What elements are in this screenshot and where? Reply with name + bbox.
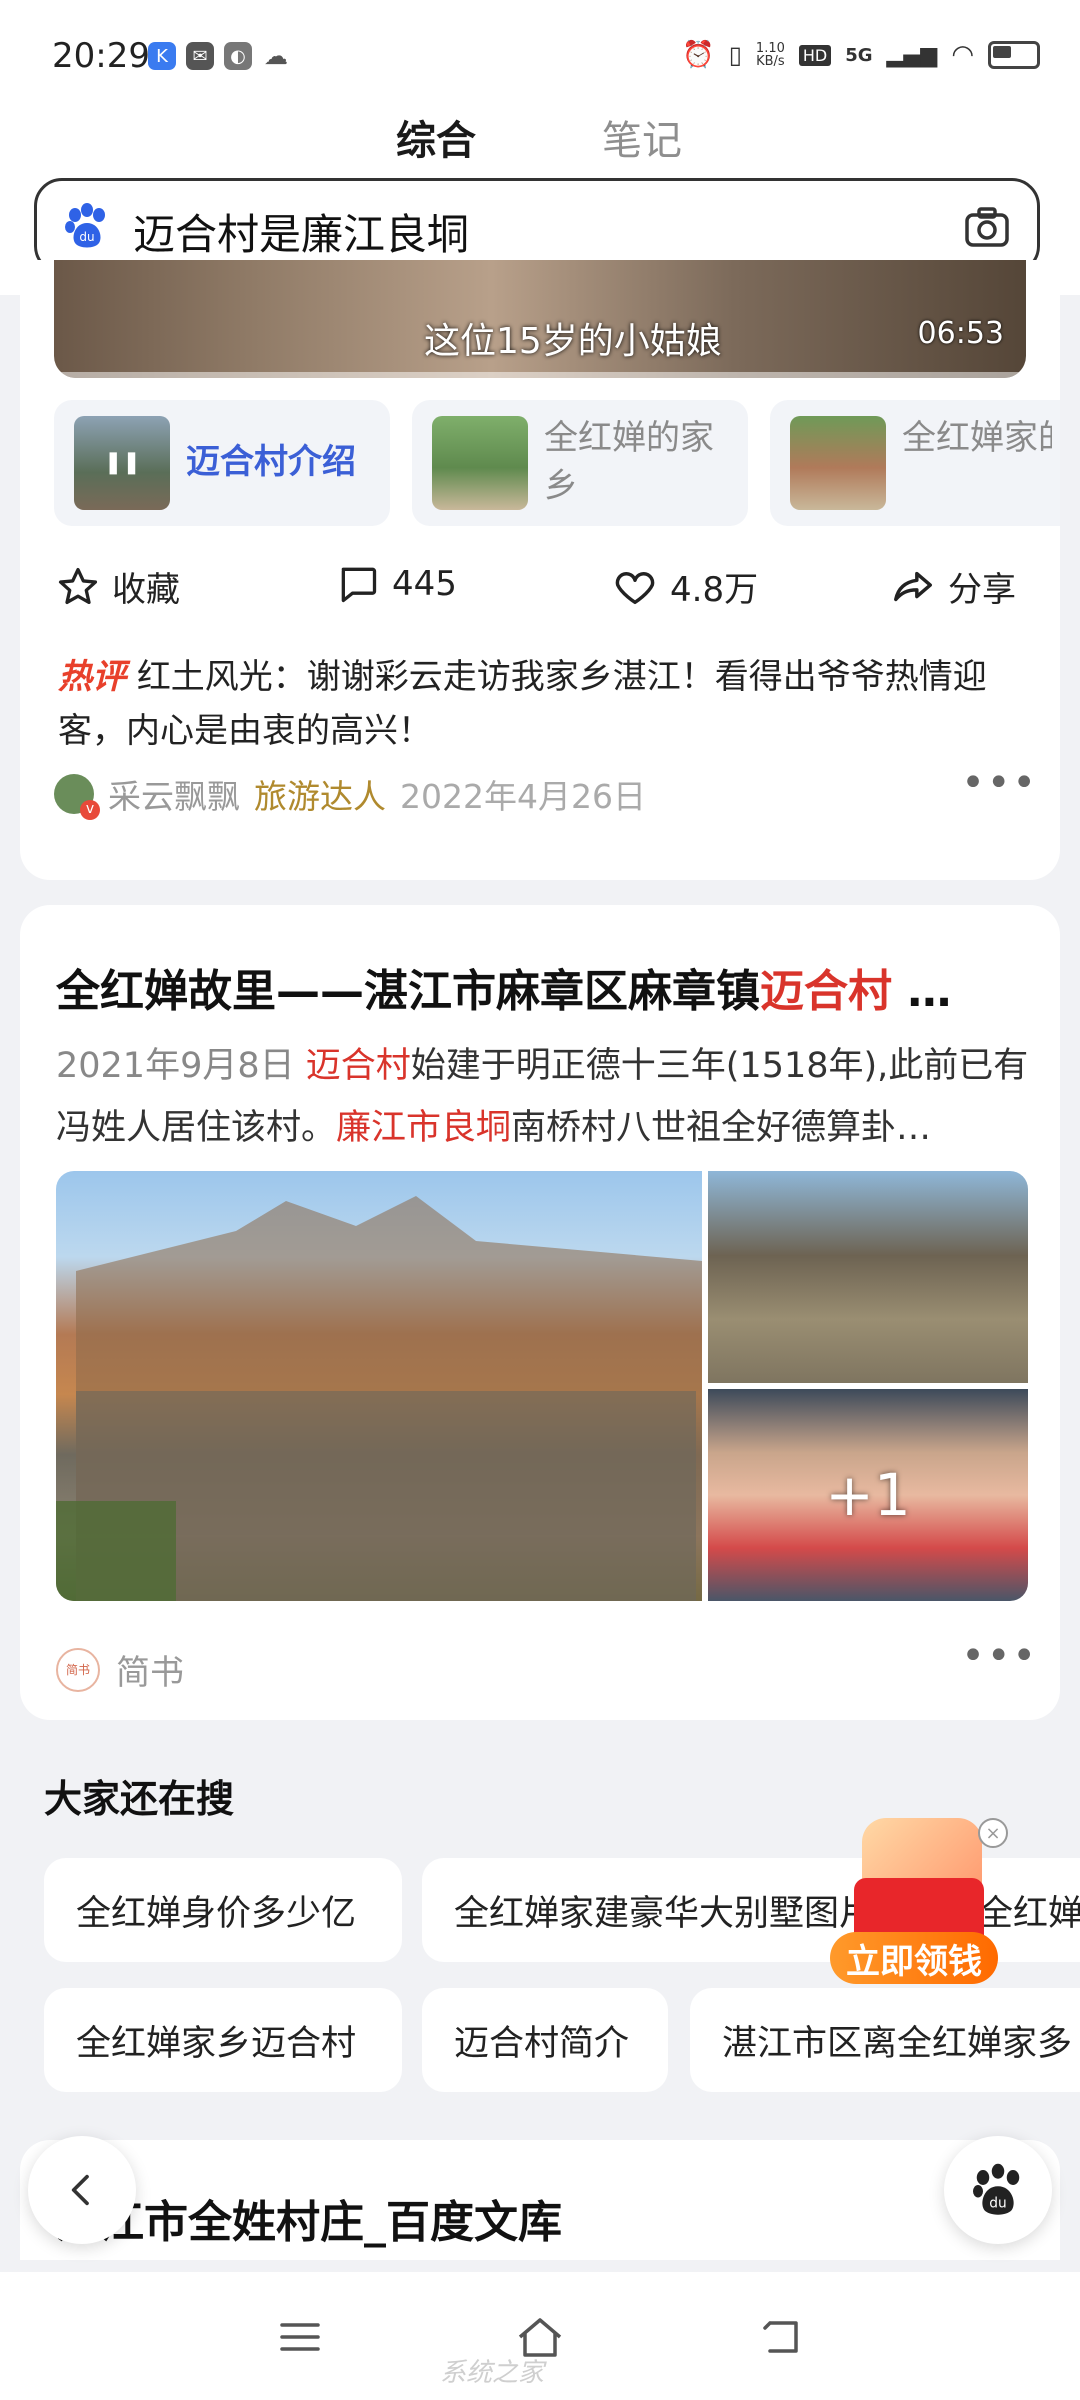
article-title[interactable]: 全红婵故里——湛江市麻章区麻章镇迈合村 … [56, 955, 951, 1019]
share-label: 分享 [948, 570, 1016, 610]
related-search-item[interactable]: 迈合村简介 [422, 1988, 668, 2092]
chip-home-environment[interactable]: 全红婵家的环境 [770, 400, 1060, 526]
heart-icon [615, 571, 655, 604]
back-nav-icon[interactable] [752, 2312, 812, 2362]
publish-date: 2022年4月26日 [400, 777, 646, 816]
article-image-secondary[interactable] [708, 1171, 1028, 1383]
baidu-logo-icon: du [65, 203, 105, 248]
article-snippet: 2021年9月8日 迈合村始建于明正德十三年(1518年),此前已有冯姓人居住该… [56, 1035, 1036, 1159]
article-image-more[interactable]: +1 [708, 1389, 1028, 1601]
chip-thumbnail [790, 416, 886, 510]
chip-video-intro[interactable]: ❚❚ 迈合村介绍 [54, 400, 390, 526]
article-title-ellipsis: … [907, 966, 952, 1017]
comment-count: 445 [392, 564, 457, 604]
status-bar: 20:29 K ✉ ◐ ☁ ⏰ ▯ 1.10 KB/s HD 5G ▂▄▆ ◠ [0, 0, 1080, 100]
baidu-home-button[interactable]: du [944, 2136, 1052, 2244]
favorite-label: 收藏 [112, 570, 180, 610]
app-notification-icon-2: ◐ [224, 42, 252, 70]
network-label: 5G [845, 44, 873, 66]
related-search-item[interactable]: 全红婵身价多少亿 [44, 1858, 402, 1962]
more-images-count: +1 [825, 1461, 911, 1529]
chip-thumbnail [432, 416, 528, 510]
share-icon [894, 571, 932, 601]
snippet-text-2: 南桥村八世祖全好德算卦… [511, 1108, 932, 1148]
tab-notes[interactable]: 笔记 [602, 108, 682, 166]
vibrate-icon: ▯ [728, 41, 742, 69]
tab-comprehensive[interactable]: 综合 [396, 108, 476, 166]
back-button[interactable] [28, 2136, 136, 2244]
signal-icon: ▂▄▆ [886, 42, 938, 68]
article-image-main[interactable] [56, 1171, 702, 1601]
video-caption: 这位15岁的小姑娘 [424, 321, 722, 362]
video-thumbnail[interactable]: 这位15岁的小姑娘 06:53 [54, 260, 1026, 378]
baidu-paw-icon: du [973, 2163, 1020, 2215]
share-button[interactable]: 分享 [890, 562, 1016, 611]
avatar[interactable] [54, 774, 100, 820]
search-query[interactable]: 迈合村是廉江良垌 [133, 201, 469, 262]
source-row: 简书 简书 [56, 1645, 184, 1694]
comment-button[interactable]: 445 [336, 562, 457, 606]
like-button[interactable]: 4.8万 [612, 562, 758, 611]
promo-widget[interactable]: × 立即领钱 [826, 1808, 1008, 1988]
svg-text:du: du [989, 2196, 1006, 2212]
author-badge: 旅游达人 [254, 777, 386, 816]
alarm-icon: ⏰ [682, 40, 715, 70]
hot-comment[interactable]: 热评 红土风光：谢谢彩云走访我家乡湛江！看得出爷爷热情迎客，内心是由衷的高兴！ [58, 650, 1038, 758]
author-name[interactable]: 采云飘飘 [108, 770, 240, 818]
article-title-prefix: 全红婵故里——湛江市麻章区麻章镇 [56, 966, 760, 1017]
hd-badge: HD [798, 44, 832, 66]
chip-label: 迈合村介绍 [186, 442, 356, 482]
mail-notification-icon: ✉ [186, 42, 214, 70]
comment-icon [341, 567, 377, 603]
chip-hometown[interactable]: 全红婵的家乡 [412, 400, 748, 526]
menu-icon[interactable] [270, 2312, 330, 2362]
system-nav-bar: 系统之家 [0, 2272, 1080, 2400]
status-time: 20:29 [52, 36, 150, 76]
chip-label: 全红婵的家乡 [544, 418, 714, 506]
next-result-card[interactable]: 湛江市全姓村庄_百度文库 [20, 2140, 1060, 2260]
old-house-illustration [56, 1196, 702, 1601]
article-date: 2021年9月8日 [56, 1046, 295, 1086]
more-options-icon[interactable]: ••• [961, 760, 1038, 806]
wifi-icon: ◠ [951, 40, 974, 70]
article-title-highlight: 迈合村 [760, 966, 892, 1017]
svg-text:du: du [79, 230, 94, 244]
video-duration: 06:53 [917, 316, 1004, 351]
also-search-title: 大家还在搜 [44, 1777, 235, 1821]
wechat-icon: ☁ [262, 42, 290, 70]
watermark: 系统之家 [440, 2358, 545, 2388]
snippet-highlight-1: 迈合村 [305, 1046, 411, 1086]
app-notification-icon: K [148, 42, 176, 70]
source-name[interactable]: 简书 [116, 1645, 184, 1694]
battery-icon [988, 41, 1040, 69]
author-row: 采云飘飘 旅游达人 2022年4月26日 [54, 770, 646, 820]
hot-comment-text: 红土风光：谢谢彩云走访我家乡湛江！看得出爷爷热情迎客，内心是由衷的高兴！ [58, 657, 987, 751]
video-progress-track [54, 372, 1026, 378]
snippet-highlight-2: 廉江市良垌 [336, 1108, 512, 1148]
play-icon: ❚❚ [104, 450, 141, 475]
jianshu-source-icon: 简书 [56, 1647, 100, 1692]
claim-cash-button[interactable]: 立即领钱 [830, 1932, 998, 1984]
chip-thumbnail: ❚❚ [74, 416, 170, 510]
chevron-left-icon [71, 2174, 89, 2206]
favorite-button[interactable]: 收藏 [56, 562, 180, 611]
more-options-icon[interactable]: ••• [961, 1633, 1038, 1679]
video-result-card: 这位15岁的小姑娘 06:53 ❚❚ 迈合村介绍 全红婵的家乡 全红婵家的环境 … [20, 260, 1060, 880]
close-icon[interactable]: × [978, 1818, 1008, 1848]
article-result-card[interactable]: 全红婵故里——湛江市麻章区麻章镇迈合村 … 2021年9月8日 迈合村始建于明正… [20, 905, 1060, 1720]
related-search-item[interactable]: 湛江市区离全红婵家多 [690, 1988, 1080, 2092]
like-count: 4.8万 [670, 570, 759, 610]
camera-icon[interactable] [963, 203, 1011, 251]
net-speed: 1.10 KB/s [755, 41, 785, 69]
chip-label: 全红婵家的环境 [902, 418, 1052, 458]
status-right: ⏰ ▯ 1.10 KB/s HD 5G ▂▄▆ ◠ [682, 40, 1040, 70]
star-icon [58, 567, 98, 604]
hot-comment-tag: 热评 [58, 657, 126, 697]
related-search-item[interactable]: 全红婵家乡迈合村 [44, 1988, 402, 2092]
